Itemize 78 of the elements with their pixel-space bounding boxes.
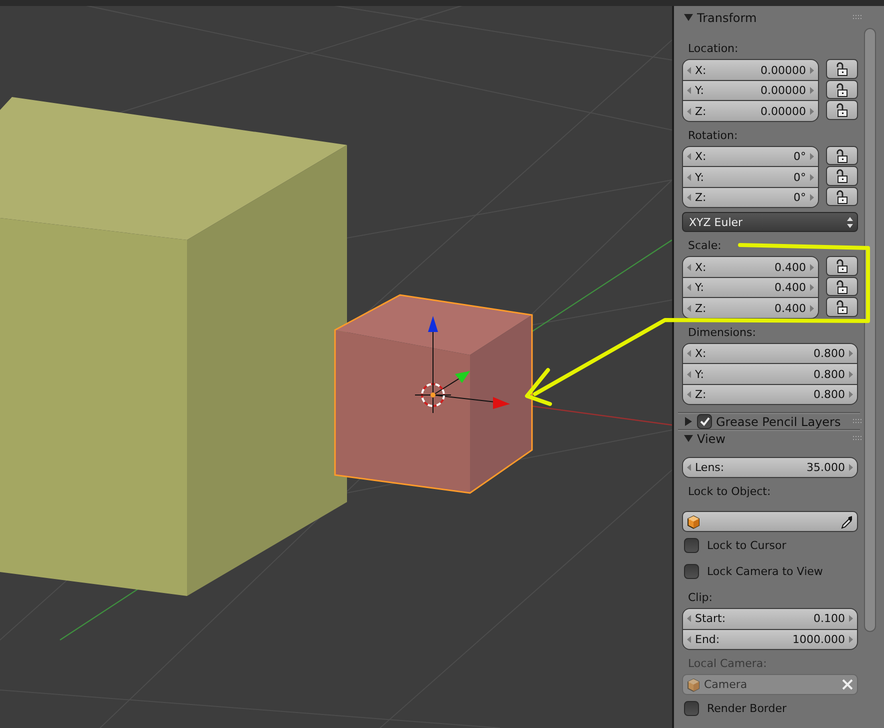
right-arrow-icon — [810, 304, 814, 312]
right-arrow-icon — [810, 284, 814, 292]
dropdown[interactable]: XYZ Euler — [682, 212, 858, 232]
right-arrow-icon — [810, 153, 814, 160]
right-arrow-icon — [849, 391, 853, 398]
left-arrow-icon — [687, 66, 691, 74]
checkbox-label: Lock Camera to View — [707, 564, 823, 578]
section-label: Scale: — [687, 238, 722, 254]
left-arrow-icon — [687, 174, 691, 181]
object-field[interactable] — [682, 511, 858, 532]
lock-button[interactable] — [826, 297, 858, 317]
lock-button[interactable] — [826, 256, 858, 276]
number-field[interactable]: Z: 0.400 — [683, 297, 818, 318]
checkbox[interactable] — [684, 538, 699, 552]
up-down-arrows-icon — [847, 216, 853, 228]
scrollbar[interactable] — [864, 28, 876, 632]
number-field[interactable]: End: 1000.000 — [683, 628, 857, 649]
number-field[interactable]: X: 0.00000 — [683, 60, 818, 80]
left-arrow-icon — [687, 350, 691, 358]
left-arrow-icon — [687, 87, 691, 94]
cube-icon — [687, 678, 700, 692]
left-arrow-icon — [687, 194, 691, 202]
number-field[interactable]: Y: 0° — [683, 166, 818, 187]
right-arrow-icon — [849, 615, 853, 622]
section-label: Rotation: — [687, 128, 739, 144]
section-label: Location: — [687, 41, 740, 58]
checkbox[interactable] — [684, 564, 699, 578]
section-label: Lock to Object: — [687, 484, 772, 500]
right-arrow-icon — [810, 194, 814, 202]
left-arrow-icon — [687, 304, 691, 312]
checkbox[interactable] — [697, 414, 712, 430]
left-arrow-icon — [687, 108, 691, 115]
right-arrow-icon — [810, 87, 814, 94]
right-arrow-icon — [849, 636, 853, 643]
left-arrow-icon — [687, 264, 691, 271]
panel-header[interactable]: View — [680, 431, 864, 446]
right-arrow-icon — [810, 174, 814, 181]
number-field[interactable]: X: 0° — [683, 146, 818, 166]
left-arrow-icon — [687, 636, 691, 643]
section-label: Dimensions: — [687, 324, 757, 341]
eyedropper-icon[interactable] — [841, 514, 853, 528]
left-arrow-icon — [687, 284, 691, 292]
right-arrow-icon — [849, 464, 853, 471]
3d-cursor-icon — [414, 376, 452, 414]
number-field[interactable]: Y: 0.00000 — [683, 80, 818, 100]
right-arrow-icon — [810, 108, 814, 115]
lock-button[interactable] — [826, 59, 858, 79]
right-arrow-icon — [810, 66, 814, 74]
lock-button[interactable] — [826, 100, 858, 120]
number-field[interactable]: Z: 0° — [683, 186, 818, 208]
lock-button[interactable] — [826, 80, 858, 100]
left-arrow-icon — [687, 153, 691, 160]
left-arrow-icon — [687, 615, 691, 622]
number-field[interactable]: Y: 0.800 — [683, 363, 857, 384]
checkbox-label: Render Border — [707, 702, 787, 714]
number-field[interactable]: Z: 0.800 — [683, 384, 857, 404]
checkbox-label: Lock to Cursor — [707, 538, 786, 552]
section-label: Clip: — [687, 590, 714, 606]
number-field[interactable]: Start: 0.100 — [683, 609, 857, 628]
panel-header[interactable]: Transform — [680, 10, 864, 26]
left-arrow-icon — [687, 464, 691, 471]
number-field[interactable]: Y: 0.400 — [683, 276, 818, 298]
right-arrow-icon — [849, 370, 853, 378]
checkbox[interactable] — [684, 700, 699, 716]
right-arrow-icon — [810, 264, 814, 271]
number-field[interactable]: X: 0.400 — [683, 257, 818, 277]
number-field[interactable]: Z: 0.00000 — [683, 100, 818, 121]
section-label: Local Camera: — [687, 656, 768, 672]
lock-button[interactable] — [826, 166, 858, 186]
right-arrow-icon — [849, 350, 853, 358]
lock-button[interactable] — [826, 186, 858, 206]
number-field[interactable]: X: 0.800 — [683, 344, 857, 364]
left-arrow-icon — [687, 391, 691, 398]
number-field[interactable]: Lens: 35.000 — [683, 458, 857, 477]
cube-icon — [687, 514, 700, 528]
lock-button[interactable] — [826, 146, 858, 166]
lock-button[interactable] — [826, 276, 858, 296]
left-arrow-icon — [687, 370, 691, 378]
